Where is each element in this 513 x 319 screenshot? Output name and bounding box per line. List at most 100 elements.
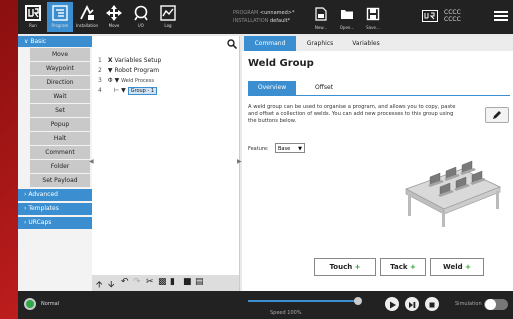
polyscope-window: Run Program Installation Move I/O Log PR… (18, 0, 513, 319)
save-button[interactable]: Save... (363, 6, 383, 32)
plus-icon: + (465, 263, 471, 271)
tree-node-variables-setup[interactable]: 1 X Variables Setup (98, 57, 161, 64)
paste-icon[interactable]: ▮ (170, 277, 175, 287)
search-icon[interactable] (227, 39, 237, 49)
urcaps-category[interactable]: › URCaps (18, 217, 92, 229)
log-icon (160, 5, 176, 21)
expand-arrow-icon[interactable]: ▼ (115, 77, 120, 84)
sidebar-item-wait[interactable]: Wait (30, 90, 90, 103)
feature-label: Feature: (248, 146, 269, 152)
variables-icon: X (107, 57, 113, 64)
plus-icon: + (409, 263, 416, 271)
tab-offset[interactable]: Offset (304, 81, 344, 95)
sidebar-item-waypoint[interactable]: Waypoint (30, 62, 90, 75)
tree-node-label: Weld Process (121, 78, 154, 84)
weld-table-illustration (405, 160, 502, 227)
sidebar-item-halt[interactable]: Halt (30, 132, 90, 145)
expand-arrow-icon[interactable]: ▼ (108, 67, 113, 74)
program-caption: PROGRAM (233, 10, 259, 16)
sidebar-item-popup[interactable]: Popup (30, 118, 90, 131)
collapse-left-icon[interactable]: ◀ (89, 158, 94, 165)
simulation-label: Simulation (455, 301, 482, 307)
sidebar-item-move[interactable]: Move (30, 48, 90, 61)
collapse-right-icon[interactable]: ▶ (237, 158, 242, 165)
expand-arrow-icon[interactable]: ▼ (121, 87, 126, 94)
touch-button[interactable]: Touch + (314, 258, 376, 276)
new-file-icon (315, 7, 327, 21)
play-icon (390, 301, 396, 309)
basic-category-label: Basic (30, 38, 47, 45)
templates-category[interactable]: › Templates (18, 203, 92, 215)
hamburger-menu-icon[interactable] (494, 10, 508, 22)
tab-graphics[interactable]: Graphics (300, 36, 340, 51)
tab-variables[interactable]: Variables (346, 36, 386, 51)
weld-button[interactable]: Weld + (430, 258, 484, 276)
step-icon (409, 302, 416, 308)
step-button[interactable] (405, 297, 419, 311)
command-tabs: Command Graphics Variables (242, 36, 513, 51)
touch-button-label: Touch (329, 263, 353, 271)
play-button[interactable] (385, 297, 399, 311)
pencil-icon (493, 111, 501, 119)
page-title: Weld Group (248, 58, 314, 69)
sidebar-item-direction[interactable]: Direction (30, 76, 90, 89)
advanced-category[interactable]: › Advanced (18, 189, 92, 201)
description-text: A weld group can be used to organise a p… (248, 104, 456, 124)
program-button[interactable]: Program (47, 2, 73, 32)
program-tree: 1 X Variables Setup 2 ▼ Robot Program 3 … (92, 36, 240, 291)
line-number: 2 (98, 67, 102, 74)
ur-logo-icon (25, 5, 41, 21)
sidebar-item-folder[interactable]: Folder (30, 160, 90, 173)
edit-button[interactable] (485, 107, 509, 123)
feature-select[interactable]: Base ▼ (275, 143, 305, 153)
sidebar-item-set[interactable]: Set (30, 104, 90, 117)
cut-icon[interactable]: ✂ (146, 277, 154, 287)
feature-value: Base (278, 146, 291, 152)
sidebar-item-comment[interactable]: Comment (30, 146, 90, 159)
speed-slider-handle[interactable] (354, 297, 362, 305)
delete-icon[interactable]: ■ (183, 277, 192, 287)
suppress-icon[interactable]: ▤ (195, 277, 204, 287)
io-button[interactable]: I/O (128, 2, 154, 32)
chevron-right-icon: › (24, 191, 27, 198)
log-button[interactable]: Log (155, 2, 181, 32)
tab-command[interactable]: Command (244, 36, 296, 51)
program-info: PROGRAM <unnamed>* INSTALLATION default* (233, 9, 294, 25)
tree-node-robot-program[interactable]: 2 ▼ Robot Program (98, 67, 159, 74)
program-name: <unnamed>* (259, 10, 295, 16)
tree-node-weld-process[interactable]: 3 Φ ▼ Weld Process (98, 77, 154, 84)
plus-icon: + (354, 263, 361, 271)
move-button[interactable]: Move (101, 2, 127, 32)
stop-button[interactable] (425, 297, 439, 311)
speed-slider[interactable] (248, 297, 362, 305)
program-node-sidebar: ∨ Basic Move Waypoint Direction Wait Set… (18, 36, 92, 291)
simulation-toggle[interactable] (484, 299, 508, 310)
tab-overview[interactable]: Overview (248, 81, 296, 95)
robot-name: CCCC CCCC (444, 9, 461, 23)
program-icon (52, 5, 68, 21)
basic-category[interactable]: ∨ Basic (18, 36, 92, 47)
installation-button[interactable]: Installation (74, 2, 100, 32)
new-file-button[interactable]: New... (311, 6, 331, 32)
sidebar-item-set-payload[interactable]: Set Payload (30, 174, 90, 187)
io-label: I/O (138, 23, 144, 28)
copy-icon[interactable]: ▩ (158, 277, 167, 287)
tree-node-label-selected: Group - 1 (127, 87, 158, 95)
stop-icon (429, 302, 435, 308)
installation-name: default* (270, 18, 291, 24)
robot-ur-icon (422, 10, 438, 22)
installation-caption: INSTALLATION (233, 18, 269, 24)
robot-name-line1: CCCC (444, 9, 461, 16)
line-number: 1 (98, 57, 102, 64)
robot-status-icon[interactable] (24, 298, 36, 310)
run-button[interactable]: Run (20, 2, 46, 32)
redo-icon[interactable]: ↷ (133, 277, 141, 287)
open-button[interactable]: Open... (337, 6, 357, 32)
undo-icon[interactable]: ↶ (121, 277, 129, 287)
move-icon (106, 5, 122, 21)
tree-node-label: Variables Setup (114, 57, 162, 64)
log-label: Log (164, 23, 172, 28)
tack-button[interactable]: Tack + (380, 258, 426, 276)
tree-node-group-1[interactable]: 4 ⊢ ▼ Group - 1 (98, 87, 158, 95)
new-file-label: New... (314, 25, 328, 30)
